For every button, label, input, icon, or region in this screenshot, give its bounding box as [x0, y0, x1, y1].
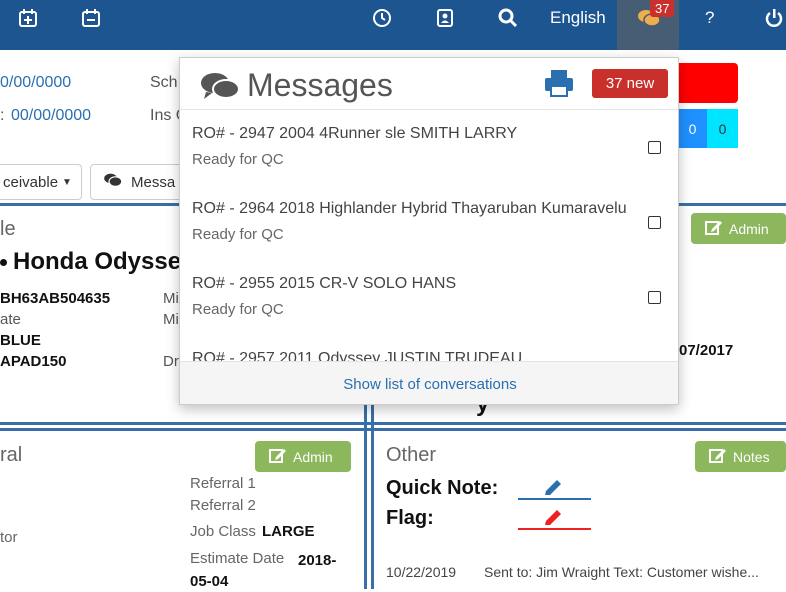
show-conversations-link[interactable]: Show list of conversations — [180, 361, 678, 404]
panel-divider-mid2 — [0, 428, 786, 431]
quick-note-label: Quick Note: — [386, 477, 499, 499]
comments-icon-large — [200, 70, 240, 107]
dr-label: Dr — [163, 353, 179, 370]
message-item[interactable]: RO# - 2957 2011 Odyssey JUSTIN TRUDEAU — [180, 335, 678, 361]
sch-label: Sch — [150, 74, 178, 91]
notes-button[interactable]: Notes — [695, 441, 786, 472]
tor-label: tor — [0, 529, 18, 546]
admin-label-referral: Admin — [293, 448, 333, 465]
language-selector[interactable]: English — [550, 8, 606, 28]
contact-book-icon[interactable] — [433, 0, 457, 36]
ate-label: ate — [0, 311, 21, 328]
message-status: Ready for QC — [192, 151, 284, 168]
calendar-add-icon[interactable] — [16, 0, 40, 36]
message-item[interactable]: RO# - 2955 2015 CR-V SOLO HANS Ready for… — [180, 260, 678, 335]
messages-dropdown: Messages 37 new RO# - 2947 2004 4Runner … — [179, 57, 679, 405]
messages-count-badge: 37 — [650, 0, 675, 17]
message-status: Ready for QC — [192, 301, 284, 318]
message-checkbox[interactable] — [648, 141, 661, 154]
mi-label-1: Mi — [163, 290, 179, 307]
pencil-icon-red — [542, 508, 564, 533]
admin-label-top: Admin — [729, 220, 769, 237]
panel-divider-mid — [0, 422, 786, 425]
vin-value: BH63AB504635 — [0, 290, 111, 307]
comments-icon-small — [103, 172, 123, 192]
status-red-block — [678, 63, 738, 103]
messages-button-label: Messa — [131, 173, 176, 191]
log-date: 10/22/2019 — [386, 564, 457, 580]
calendar-remove-icon[interactable] — [79, 0, 103, 36]
vehicle-name: Honda Odyssey — [0, 248, 194, 276]
vehicle-name-text: Honda Odyssey — [13, 248, 195, 275]
referral1-label: Referral 1 — [190, 475, 256, 492]
date-link-2[interactable]: 00/00/0000 — [11, 107, 91, 125]
message-item[interactable]: RO# - 2947 2004 4Runner sle SMITH LARRY … — [180, 110, 678, 185]
notes-label: Notes — [733, 448, 770, 465]
other-panel-title: Other — [386, 444, 437, 466]
clock-icon[interactable] — [370, 0, 394, 36]
pencil-icon-blue — [542, 478, 564, 503]
power-icon[interactable] — [762, 0, 786, 36]
message-item[interactable]: RO# - 2964 2018 Highlander Hybrid Thayar… — [180, 185, 678, 260]
message-title: RO# - 2957 2011 Odyssey JUSTIN TRUDEAU — [192, 350, 523, 361]
flag-label: Flag: — [386, 507, 434, 529]
message-title: RO# - 2947 2004 4Runner sle SMITH LARRY — [192, 125, 518, 142]
referral-panel-title: ral — [0, 444, 23, 466]
admin-button-referral[interactable]: Admin — [255, 441, 351, 472]
flag-edit[interactable] — [518, 508, 591, 530]
message-title: RO# - 2964 2018 Highlander Hybrid Thayar… — [192, 200, 627, 217]
mi-label-2: Mi — [163, 311, 179, 328]
right-panel-date: 07/2017 — [679, 342, 734, 359]
job-class-label: Job Class — [190, 523, 256, 540]
edit-icon — [269, 447, 287, 466]
caret-down-icon: ▼ — [62, 176, 72, 188]
receivable-label: ceivable — [3, 173, 59, 191]
messages-list: RO# - 2947 2004 4Runner sle SMITH LARRY … — [180, 110, 678, 361]
plate-value: APAD150 — [0, 353, 67, 370]
print-icon[interactable] — [544, 69, 574, 102]
admin-button-top[interactable]: Admin — [691, 213, 786, 244]
color-value: BLUE — [0, 332, 41, 349]
count-blue: 0 — [678, 109, 707, 148]
message-checkbox[interactable] — [648, 291, 661, 304]
date-prefix: : — [0, 107, 5, 124]
count-cyan: 0 — [707, 109, 738, 148]
messages-dropdown-header: Messages 37 new — [180, 58, 678, 110]
estimate-date-value: 2018-05-04 — [190, 552, 337, 590]
search-icon[interactable] — [496, 0, 520, 36]
message-title: RO# - 2955 2015 CR-V SOLO HANS — [192, 275, 457, 292]
quick-note-edit[interactable] — [518, 478, 591, 500]
top-navbar: English 37 ? — [0, 0, 786, 50]
edit-icon — [705, 219, 723, 238]
new-messages-badge: 37 new — [592, 69, 668, 98]
messages-title: Messages — [247, 67, 393, 103]
date-link-1[interactable]: 0/00/0000 — [0, 74, 71, 92]
help-link[interactable]: ? — [705, 8, 714, 28]
message-checkbox[interactable] — [648, 216, 661, 229]
log-text: Sent to: Jim Wraight Text: Customer wish… — [484, 564, 759, 580]
referral2-label: Referral 2 — [190, 497, 256, 514]
message-status: Ready for QC — [192, 226, 284, 243]
receivable-dropdown[interactable]: ceivable ▼ — [0, 164, 82, 200]
edit-icon — [709, 447, 727, 466]
vehicle-panel-title: le — [0, 218, 16, 240]
job-class-value: LARGE — [262, 523, 315, 540]
